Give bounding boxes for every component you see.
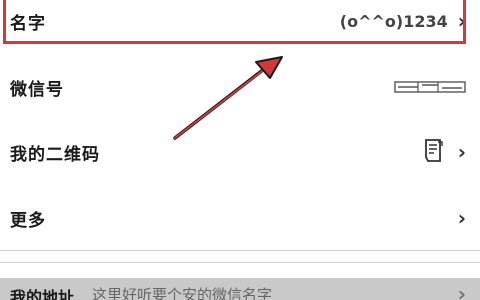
qr-code-icon: [424, 139, 443, 162]
more-label: 更多: [10, 210, 46, 231]
qr-code-label: 我的二维码: [10, 144, 100, 165]
address-label: 我的地址: [10, 288, 75, 300]
wechat-id-label: 微信号: [10, 79, 64, 100]
address-right: ›: [458, 284, 466, 300]
qr-code-row[interactable]: 我的二维码 ›: [0, 128, 480, 176]
profile-settings-page: 名字 (o^^o)1234 › 微信号 我的二维码 › 更多 › 我的地址 这里…: [0, 0, 480, 300]
address-row[interactable]: 我的地址 这里好听要个安的微信名字 ›: [0, 278, 480, 300]
more-right: ›: [458, 208, 466, 228]
chevron-right-icon: ›: [457, 282, 466, 300]
wechat-id-right: [394, 79, 466, 95]
wechat-id-row[interactable]: 微信号: [0, 64, 480, 110]
section-divider: [0, 262, 480, 263]
section-divider: [0, 250, 480, 251]
highlight-box: [3, 0, 466, 44]
chevron-right-icon: ›: [457, 206, 466, 230]
address-subtext: 这里好听要个安的微信名字: [92, 286, 273, 300]
qr-code-right: ›: [422, 137, 466, 167]
redacted-id-scribble: [394, 81, 466, 93]
more-row[interactable]: 更多 ›: [0, 196, 480, 240]
chevron-right-icon: ›: [457, 140, 466, 164]
